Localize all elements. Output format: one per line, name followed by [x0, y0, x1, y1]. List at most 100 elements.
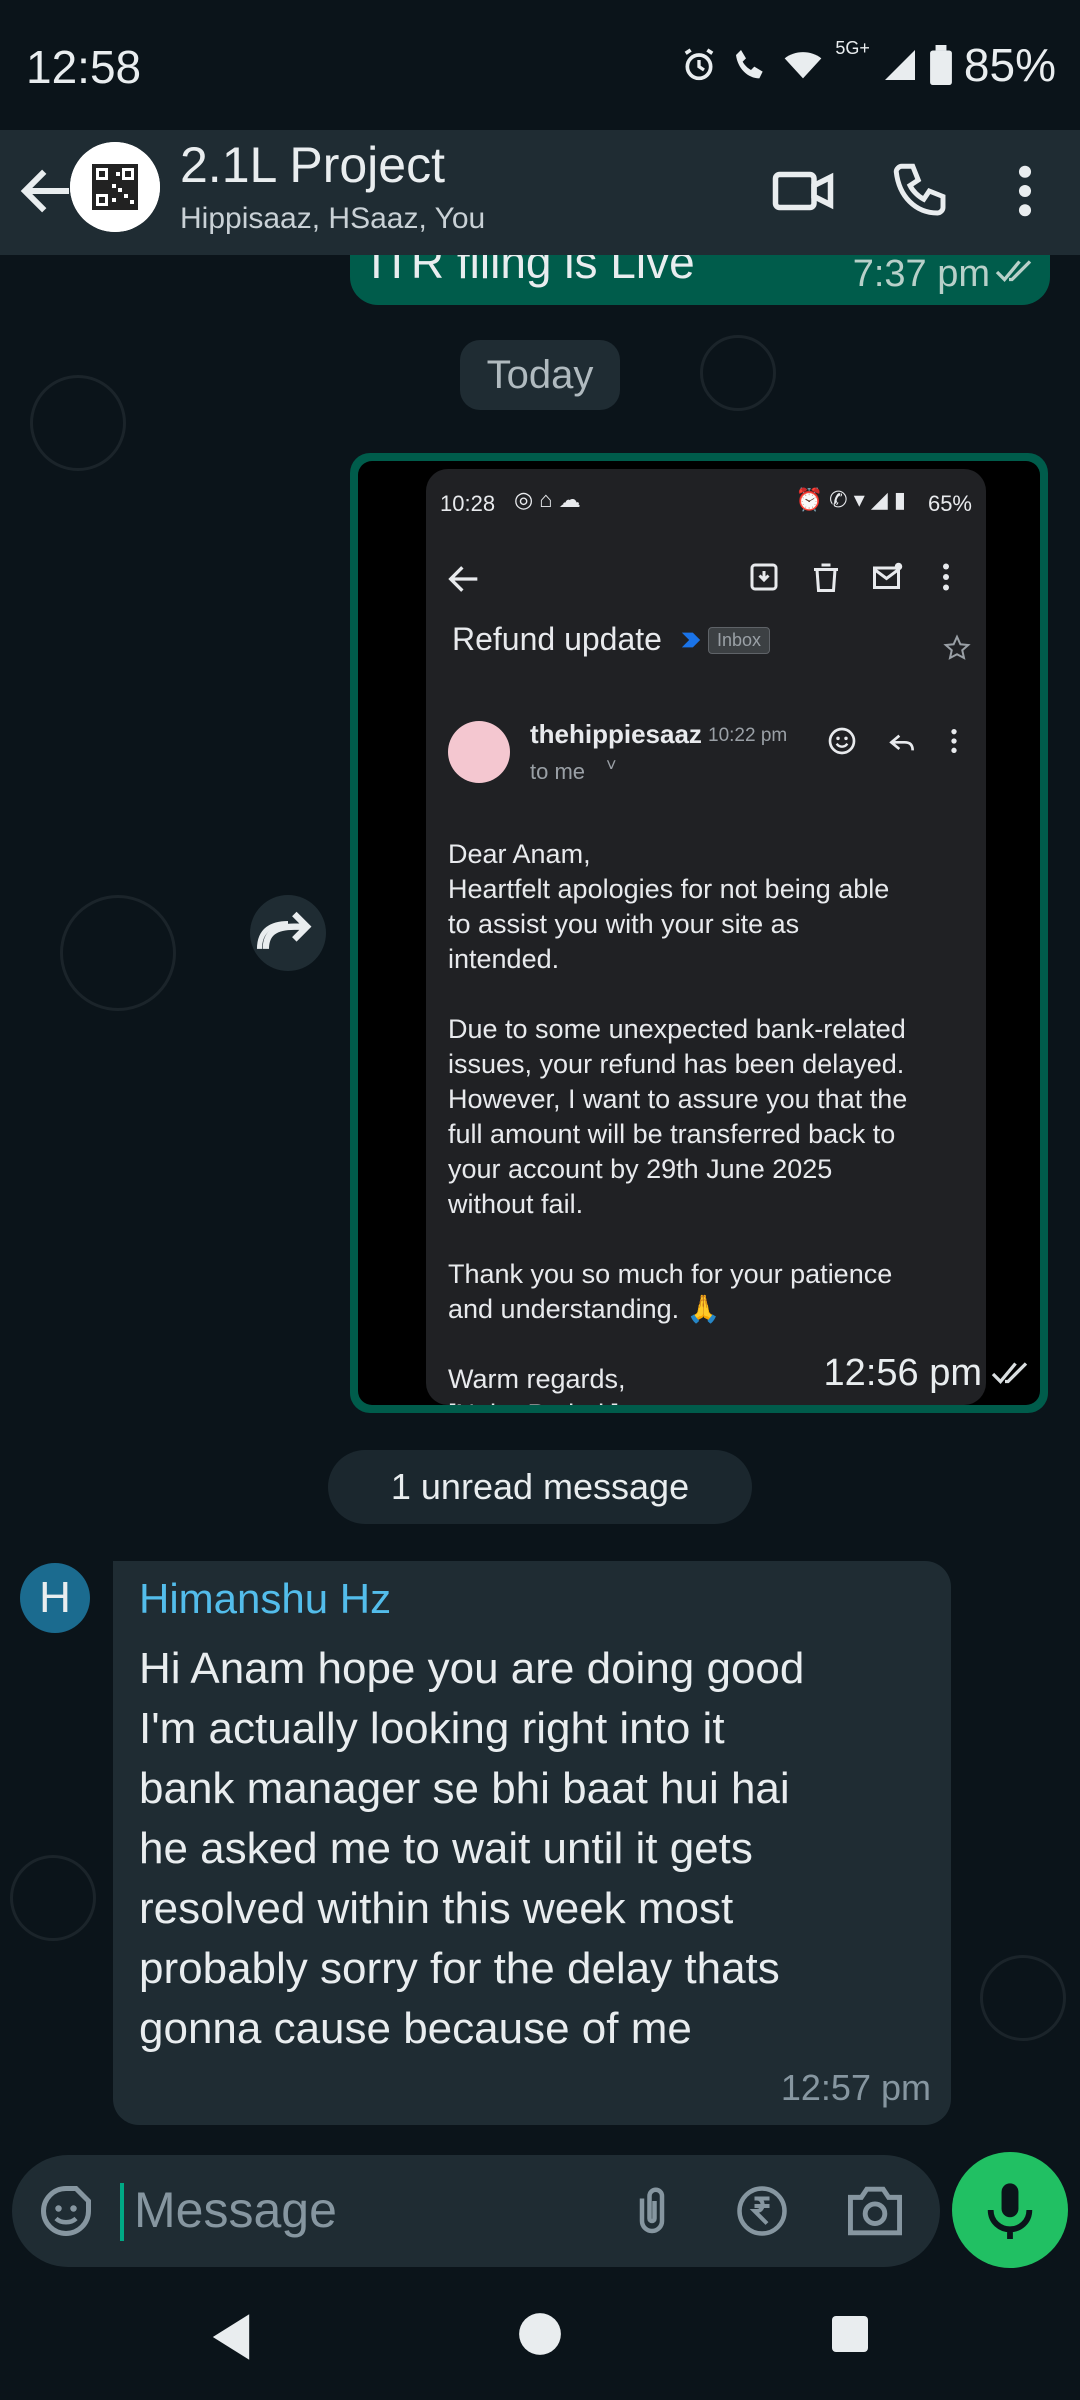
email-body-line: [Neha Pathak] — [448, 1397, 907, 1405]
email-time: 10:22 pm — [708, 725, 788, 746]
text-cursor — [120, 2183, 124, 2241]
status-icons: 5G+ 85% — [679, 38, 1056, 92]
sticker-button[interactable] — [36, 2181, 96, 2241]
archive-icon — [750, 563, 778, 591]
more-options-button[interactable] — [1000, 158, 1050, 224]
payment-button[interactable] — [732, 2181, 792, 2241]
alarm-icon — [679, 45, 719, 85]
email-body-line: issues, your refund has been delayed. — [448, 1049, 905, 1079]
double-check-icon — [995, 260, 1032, 282]
camera-button[interactable] — [842, 2181, 908, 2241]
screenshot-battery: 65% — [927, 491, 972, 516]
message-input[interactable] — [132, 2173, 596, 2247]
more-vert-icon — [951, 729, 957, 753]
phone-icon — [893, 163, 946, 216]
chevron-down-icon: ˅ — [606, 755, 617, 775]
email-body: Dear Anam, Heartfelt apologies for not b… — [448, 837, 907, 1405]
video-call-button[interactable] — [770, 158, 836, 224]
system-nav-bar — [0, 2270, 1080, 2400]
forward-button[interactable] — [250, 895, 326, 971]
sender-avatar[interactable]: H — [20, 1563, 90, 1633]
email-body-line: However, I want to assure you that the — [448, 1084, 908, 1114]
screenshot-notification-icons: ◎ ⌂ ☁ — [514, 487, 581, 512]
wallpaper-doodle — [980, 1955, 1066, 2041]
email-body-line: full amount will be transferred back to — [448, 1119, 896, 1149]
email-sender: thehippiesaaz — [530, 719, 702, 749]
more-vert-icon — [943, 563, 949, 591]
voice-message-button[interactable] — [952, 2152, 1068, 2268]
importance-marker-icon — [681, 632, 701, 648]
email-body-line: intended. — [448, 944, 560, 974]
more-vert-icon — [1018, 165, 1032, 217]
camera-icon — [848, 2186, 902, 2236]
email-body-line: and understanding. 🙏 — [448, 1294, 721, 1324]
attach-button[interactable] — [622, 2181, 682, 2241]
email-body-line — [448, 977, 907, 1012]
message-time: 7:37 pm — [852, 255, 990, 295]
message-text: Hi Anam hope you are doing good I'm actu… — [139, 1644, 805, 2053]
wallpaper-doodle — [10, 1855, 96, 1941]
chat-title[interactable]: 2.1L Project — [180, 136, 445, 194]
back-arrow-icon — [448, 566, 478, 592]
forward-icon — [256, 911, 312, 950]
image-message-time: 12:56 pm — [824, 1352, 1032, 1395]
rupee-icon — [737, 2186, 787, 2236]
sender-name[interactable]: Himanshu Hz — [139, 1575, 391, 1623]
nav-home-button[interactable] — [518, 2312, 562, 2356]
group-avatar[interactable] — [70, 142, 160, 232]
voice-call-button[interactable] — [888, 158, 954, 224]
wifi-icon — [783, 45, 823, 85]
message-text: ITR filing is Live — [370, 255, 695, 288]
email-body-line: Thank you so much for your patience — [448, 1259, 893, 1289]
email-body-line: Heartfelt apologies for not being able — [448, 874, 890, 904]
battery-percent: 85% — [963, 39, 1056, 91]
status-bar: 12:58 5G+ 85% — [0, 0, 1080, 130]
email-body-line: your account by 29th June 2025 — [448, 1154, 833, 1184]
chat-area[interactable]: ITR filing is Live 7:37 pm Today 10:28 ◎… — [0, 255, 1080, 2145]
email-screenshot: 10:28 ◎ ⌂ ☁ 65% ⏰ ✆ ▾ ◢ ▮ Refund update … — [426, 469, 986, 1405]
nav-back-button[interactable] — [208, 2312, 254, 2362]
screenshot-status-icons: ⏰ ✆ ▾ ◢ ▮ — [795, 487, 906, 512]
battery-icon — [930, 45, 952, 85]
unread-divider: 1 unread message — [328, 1450, 752, 1524]
network-type: 5G+ — [835, 38, 870, 58]
status-time: 12:58 — [26, 41, 142, 93]
delete-icon — [814, 563, 838, 592]
mark-unread-icon — [873, 562, 903, 589]
sender-avatar — [448, 721, 510, 783]
video-call-icon — [772, 171, 834, 211]
microphone-icon — [987, 2183, 1033, 2239]
emoji-reaction-icon — [828, 727, 856, 755]
nav-recents-button[interactable] — [830, 2314, 870, 2354]
email-body-line: Dear Anam, — [448, 839, 591, 869]
message-time: 12:56 pm — [823, 1352, 982, 1394]
image-thumbnail[interactable]: 10:28 ◎ ⌂ ☁ 65% ⏰ ✆ ▾ ◢ ▮ Refund update … — [358, 461, 1040, 1405]
wifi-call-icon — [731, 45, 771, 85]
email-recipient: to me — [530, 759, 586, 784]
chat-header: 2.1L Project Hippisaaz, HSaaz, You — [0, 130, 1080, 255]
email-body-line: to assist you with your site as — [448, 909, 800, 939]
email-body-line: without fail. — [448, 1189, 584, 1219]
sticker-icon — [41, 2186, 91, 2236]
incoming-message[interactable]: Himanshu Hz Hi Anam hope you are doing g… — [113, 1561, 951, 2125]
double-check-icon — [991, 1361, 1028, 1384]
paperclip-icon — [639, 2187, 665, 2234]
email-body-line: Due to some unexpected bank-related — [448, 1014, 906, 1044]
date-divider: Today — [460, 340, 620, 410]
outgoing-image-message[interactable]: 10:28 ◎ ⌂ ☁ 65% ⏰ ✆ ▾ ◢ ▮ Refund update … — [350, 453, 1048, 1413]
star-icon — [943, 634, 971, 660]
message-input-bar[interactable] — [12, 2155, 940, 2267]
wallpaper-doodle — [700, 335, 776, 411]
wallpaper-doodle — [30, 375, 126, 471]
outgoing-message[interactable]: ITR filing is Live 7:37 pm — [350, 255, 1050, 305]
chat-members[interactable]: Hippisaaz, HSaaz, You — [180, 202, 485, 236]
screenshot-status-time: 10:28 — [440, 491, 496, 516]
signal-icon — [882, 47, 918, 83]
email-subject: Refund update — [452, 621, 662, 657]
wallpaper-doodle — [60, 895, 176, 1011]
message-composer — [0, 2145, 1080, 2270]
qr-code-icon — [70, 142, 160, 232]
reply-icon — [889, 734, 914, 751]
message-time: 12:57 pm — [780, 2067, 931, 2108]
email-body-line — [448, 1222, 907, 1257]
